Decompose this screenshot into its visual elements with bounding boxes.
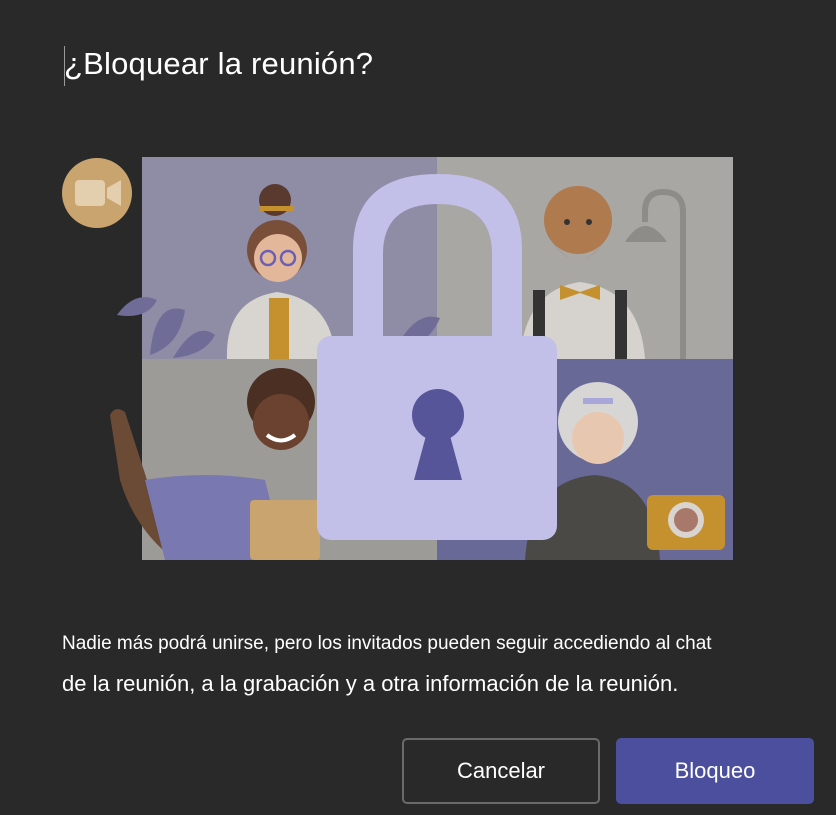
lock-meeting-dialog: ¿Bloquear la reunión? Nadie más podrá un… [0,0,836,815]
dialog-title: ¿Bloquear la reunión? [64,46,374,81]
video-camera-icon [62,158,132,228]
meeting-lock-illustration [62,157,733,560]
dialog-description: Nadie más podrá unirse, pero los invitad… [62,624,822,706]
description-line-1: Nadie más podrá unirse, pero los invitad… [62,633,712,654]
description-line-2: de la reunión, a la grabación y a otra i… [62,671,679,696]
lock-button[interactable]: Bloqueo [616,738,814,804]
cancel-button[interactable]: Cancelar [402,738,600,804]
